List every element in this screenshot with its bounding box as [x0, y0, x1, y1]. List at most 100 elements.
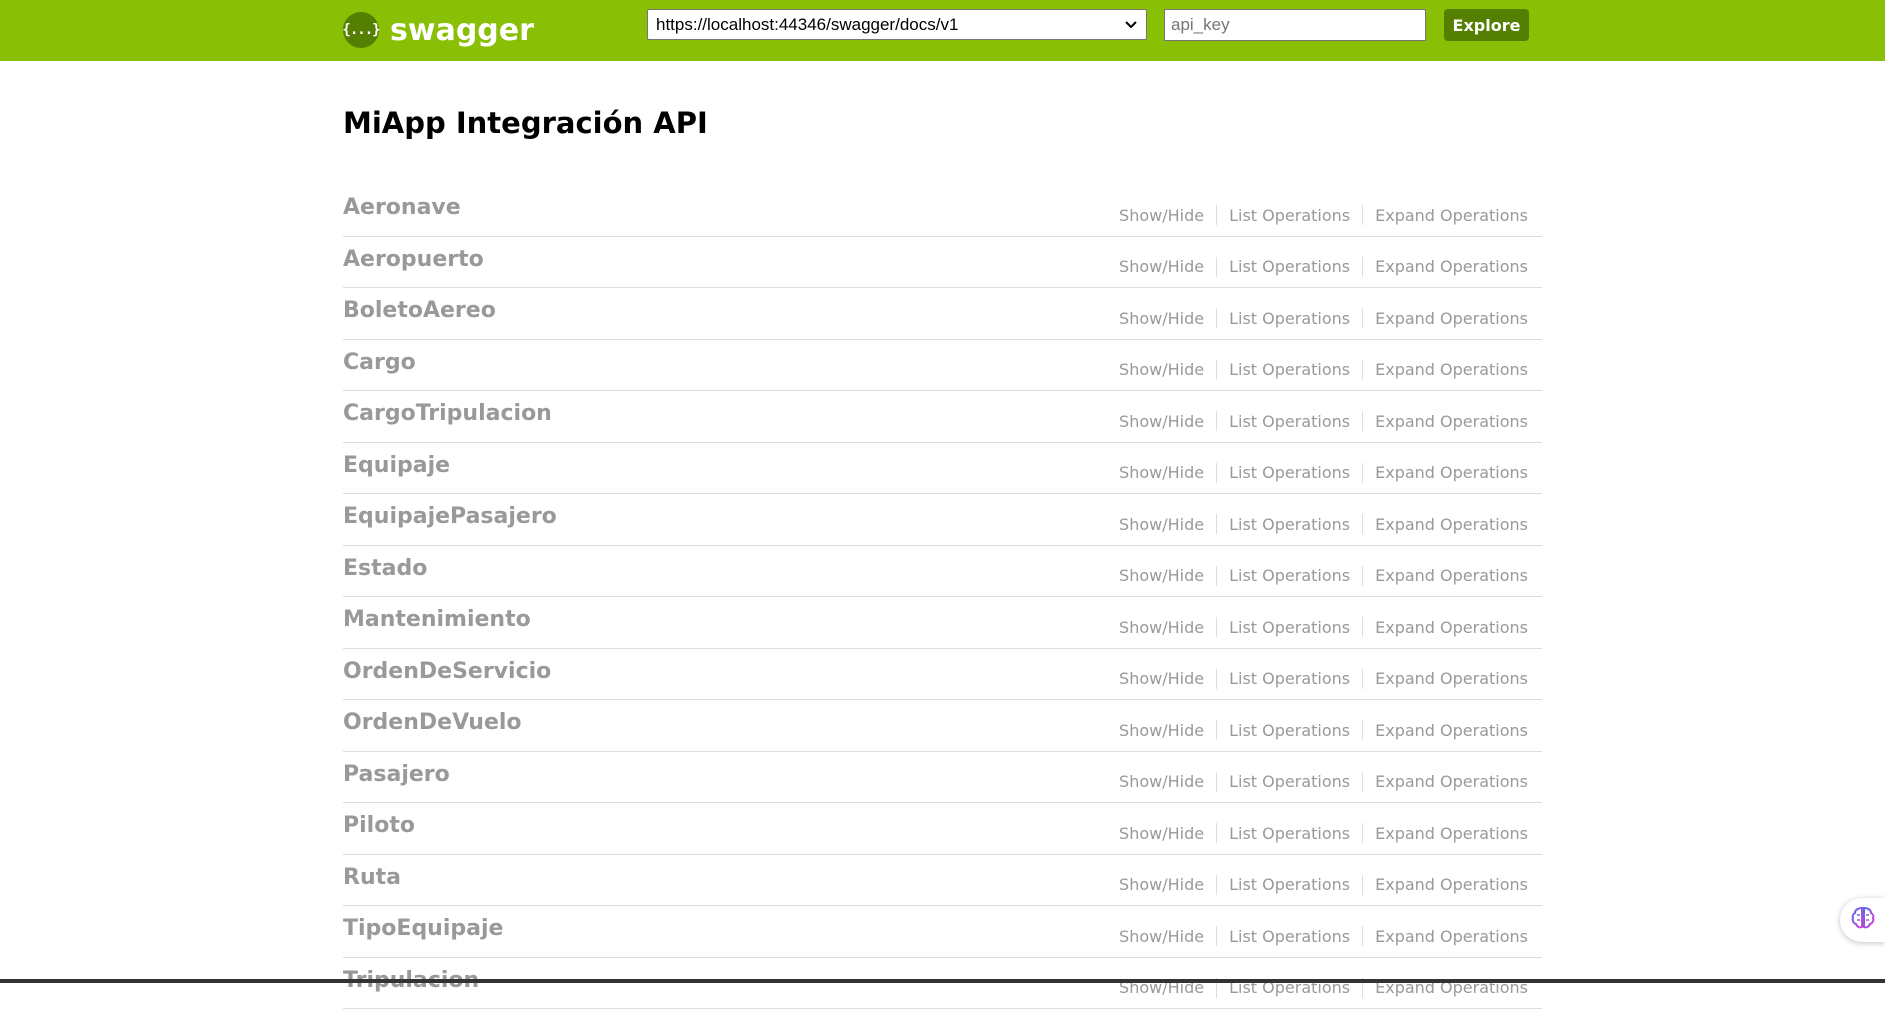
resource-item: TipoEquipaje Show/Hide List Operations E… [343, 906, 1542, 958]
divider [1362, 411, 1363, 431]
show-hide-link[interactable]: Show/Hide [1119, 927, 1204, 946]
resource-name[interactable]: EquipajePasajero [343, 504, 557, 529]
show-hide-link[interactable]: Show/Hide [1119, 309, 1204, 328]
list-operations-link[interactable]: List Operations [1229, 669, 1350, 688]
show-hide-link[interactable]: Show/Hide [1119, 824, 1204, 843]
show-hide-link[interactable]: Show/Hide [1119, 412, 1204, 431]
resource-name[interactable]: OrdenDeVuelo [343, 710, 522, 735]
list-operations-link[interactable]: List Operations [1229, 772, 1350, 791]
spec-url-select[interactable]: https://localhost:44346/swagger/docs/v1 [647, 9, 1147, 40]
divider [1216, 926, 1217, 946]
resource-name[interactable]: TipoEquipaje [343, 916, 503, 941]
api-key-input[interactable] [1164, 9, 1426, 41]
expand-operations-link[interactable]: Expand Operations [1375, 618, 1528, 637]
resource-operations: Show/Hide List Operations Expand Operati… [1119, 514, 1528, 534]
show-hide-link[interactable]: Show/Hide [1119, 257, 1204, 276]
brain-icon [1850, 905, 1876, 935]
divider [1362, 566, 1363, 586]
resource-operations: Show/Hide List Operations Expand Operati… [1119, 411, 1528, 431]
divider [1216, 463, 1217, 483]
list-operations-link[interactable]: List Operations [1229, 566, 1350, 585]
show-hide-link[interactable]: Show/Hide [1119, 206, 1204, 225]
expand-operations-link[interactable]: Expand Operations [1375, 566, 1528, 585]
expand-operations-link[interactable]: Expand Operations [1375, 412, 1528, 431]
expand-operations-link[interactable]: Expand Operations [1375, 824, 1528, 843]
resource-name[interactable]: CargoTripulacion [343, 401, 552, 426]
assistant-button[interactable] [1840, 898, 1885, 942]
list-operations-link[interactable]: List Operations [1229, 206, 1350, 225]
spec-url-value: https://localhost:44346/swagger/docs/v1 [656, 15, 1124, 35]
resource-name[interactable]: Aeronave [343, 195, 461, 220]
resource-name[interactable]: Piloto [343, 813, 415, 838]
resource-item: OrdenDeVuelo Show/Hide List Operations E… [343, 700, 1542, 752]
show-hide-link[interactable]: Show/Hide [1119, 669, 1204, 688]
expand-operations-link[interactable]: Expand Operations [1375, 206, 1528, 225]
resource-item: Estado Show/Hide List Operations Expand … [343, 546, 1542, 598]
list-operations-link[interactable]: List Operations [1229, 257, 1350, 276]
resource-item: Piloto Show/Hide List Operations Expand … [343, 803, 1542, 855]
resource-name[interactable]: Aeropuerto [343, 247, 484, 272]
resource-name[interactable]: Ruta [343, 865, 401, 890]
divider [1216, 875, 1217, 895]
expand-operations-link[interactable]: Expand Operations [1375, 875, 1528, 894]
resource-operations: Show/Hide List Operations Expand Operati… [1119, 308, 1528, 328]
expand-operations-link[interactable]: Expand Operations [1375, 721, 1528, 740]
resource-item: Mantenimiento Show/Hide List Operations … [343, 597, 1542, 649]
divider [1362, 514, 1363, 534]
resource-item: CargoTripulacion Show/Hide List Operatio… [343, 391, 1542, 443]
list-operations-link[interactable]: List Operations [1229, 875, 1350, 894]
divider [1216, 669, 1217, 689]
divider [1216, 720, 1217, 740]
resource-name[interactable]: BoletoAereo [343, 298, 496, 323]
resource-name[interactable]: Cargo [343, 350, 416, 375]
show-hide-link[interactable]: Show/Hide [1119, 515, 1204, 534]
list-operations-link[interactable]: List Operations [1229, 927, 1350, 946]
resource-item: Pasajero Show/Hide List Operations Expan… [343, 752, 1542, 804]
show-hide-link[interactable]: Show/Hide [1119, 566, 1204, 585]
expand-operations-link[interactable]: Expand Operations [1375, 309, 1528, 328]
expand-operations-link[interactable]: Expand Operations [1375, 669, 1528, 688]
resource-name[interactable]: Mantenimiento [343, 607, 531, 632]
resource-name[interactable]: Equipaje [343, 453, 450, 478]
resource-operations: Show/Hide List Operations Expand Operati… [1119, 669, 1528, 689]
list-operations-link[interactable]: List Operations [1229, 412, 1350, 431]
divider [1362, 360, 1363, 380]
list-operations-link[interactable]: List Operations [1229, 360, 1350, 379]
resource-name[interactable]: Pasajero [343, 762, 450, 787]
list-operations-link[interactable]: List Operations [1229, 618, 1350, 637]
resource-item: EquipajePasajero Show/Hide List Operatio… [343, 494, 1542, 546]
explore-button[interactable]: Explore [1444, 9, 1529, 41]
divider [1362, 772, 1363, 792]
list-operations-link[interactable]: List Operations [1229, 515, 1350, 534]
show-hide-link[interactable]: Show/Hide [1119, 721, 1204, 740]
show-hide-link[interactable]: Show/Hide [1119, 875, 1204, 894]
expand-operations-link[interactable]: Expand Operations [1375, 463, 1528, 482]
resource-operations: Show/Hide List Operations Expand Operati… [1119, 823, 1528, 843]
divider [1362, 308, 1363, 328]
show-hide-link[interactable]: Show/Hide [1119, 360, 1204, 379]
divider [1216, 360, 1217, 380]
list-operations-link[interactable]: List Operations [1229, 824, 1350, 843]
page-title: MiApp Integración API [343, 106, 708, 140]
show-hide-link[interactable]: Show/Hide [1119, 618, 1204, 637]
expand-operations-link[interactable]: Expand Operations [1375, 515, 1528, 534]
resource-item: OrdenDeServicio Show/Hide List Operation… [343, 649, 1542, 701]
bottom-edge [0, 979, 1885, 983]
expand-operations-link[interactable]: Expand Operations [1375, 772, 1528, 791]
expand-operations-link[interactable]: Expand Operations [1375, 927, 1528, 946]
list-operations-link[interactable]: List Operations [1229, 309, 1350, 328]
divider [1216, 411, 1217, 431]
expand-operations-link[interactable]: Expand Operations [1375, 257, 1528, 276]
resource-item: BoletoAereo Show/Hide List Operations Ex… [343, 288, 1542, 340]
divider [1362, 720, 1363, 740]
swagger-logo[interactable]: {...} swagger [343, 11, 534, 49]
show-hide-link[interactable]: Show/Hide [1119, 463, 1204, 482]
show-hide-link[interactable]: Show/Hide [1119, 772, 1204, 791]
resource-name[interactable]: OrdenDeServicio [343, 659, 551, 684]
list-operations-link[interactable]: List Operations [1229, 721, 1350, 740]
resource-name[interactable]: Estado [343, 556, 427, 581]
resource-item: Ruta Show/Hide List Operations Expand Op… [343, 855, 1542, 907]
expand-operations-link[interactable]: Expand Operations [1375, 360, 1528, 379]
list-operations-link[interactable]: List Operations [1229, 463, 1350, 482]
divider [1362, 257, 1363, 277]
